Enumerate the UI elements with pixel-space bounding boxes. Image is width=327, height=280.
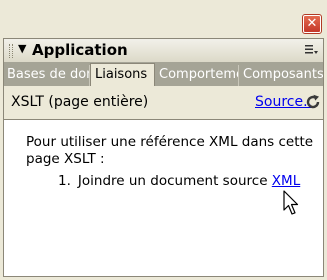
tab-liaisons[interactable]: Liaisons — [90, 63, 155, 86]
tab-label: Composants — [243, 67, 324, 82]
source-link[interactable]: Source.. — [255, 94, 312, 110]
drag-grip-icon[interactable] — [9, 44, 13, 58]
xml-link[interactable]: XML — [272, 173, 300, 189]
window-titlebar: ✕ — [0, 0, 327, 38]
bindings-toolbar: XSLT (page entière) Source.. — [3, 86, 324, 120]
tab-label: Comportements — [159, 67, 238, 82]
panel-options-icon[interactable] — [304, 43, 318, 57]
tab-bar: Bases de données Liaisons Comportements … — [3, 62, 324, 86]
tab-composants[interactable]: Composants — [240, 65, 324, 86]
document-type-label: XSLT (page entière) — [11, 94, 149, 110]
step-text: Joindre un document source — [77, 173, 272, 189]
refresh-icon[interactable] — [305, 94, 321, 110]
tab-comportements[interactable]: Comportements — [156, 65, 239, 86]
mouse-pointer-icon — [283, 190, 299, 215]
tab-label: Bases de données — [7, 67, 89, 82]
close-icon: ✕ — [306, 16, 318, 31]
tab-label: Liaisons — [95, 67, 148, 82]
bindings-content: Pour utiliser une référence XML dans cet… — [3, 120, 324, 277]
close-button[interactable]: ✕ — [302, 14, 322, 34]
instruction-text: Pour utiliser une référence XML dans cet… — [26, 134, 314, 167]
panel-header[interactable]: ▼ Application — [3, 38, 324, 62]
step-item: 1. Joindre un document source XML — [58, 173, 300, 189]
panel-window: ✕ ▼ Application Bases de données Liaison… — [0, 0, 327, 280]
step-number: 1. — [58, 173, 71, 189]
collapse-arrow-icon[interactable]: ▼ — [18, 42, 26, 55]
panel-title[interactable]: Application — [32, 41, 128, 59]
tab-bases-de-donnees[interactable]: Bases de données — [4, 65, 90, 86]
